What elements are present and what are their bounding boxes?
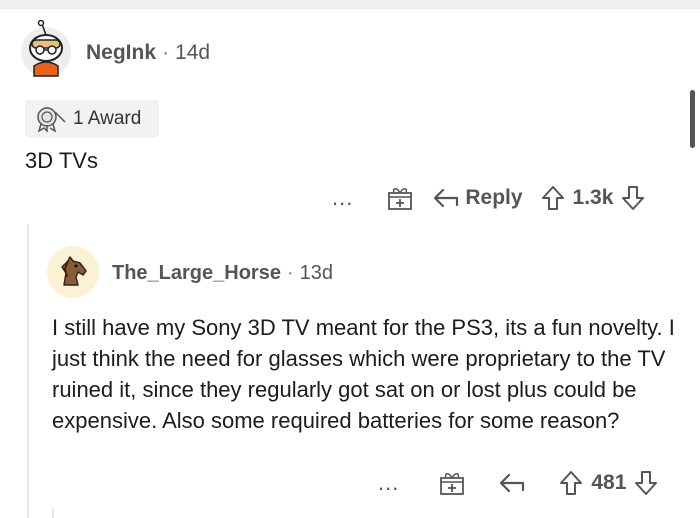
vote-control: 1.3k [541, 185, 646, 211]
meta-separator: · [162, 41, 170, 64]
scrollbar[interactable] [690, 90, 695, 148]
downvote-icon[interactable] [634, 470, 658, 496]
nested-thread-line [52, 508, 54, 518]
user-avatar[interactable] [20, 19, 72, 78]
comment-author[interactable]: NegInk [86, 41, 156, 64]
reply-actions: ... 481 [378, 465, 658, 501]
reply-button[interactable] [499, 472, 531, 494]
score: 481 [591, 471, 627, 494]
downvote-icon[interactable] [621, 185, 645, 211]
give-award-button[interactable] [439, 470, 499, 496]
award-label: 1 Award [73, 108, 142, 129]
gift-icon [388, 188, 413, 210]
reply-age: 13d [299, 262, 334, 284]
top-divider [0, 0, 700, 9]
reply-arrow-icon [500, 473, 525, 493]
reply-author[interactable]: The_Large_Horse [112, 262, 281, 284]
meta-separator: · [286, 262, 294, 284]
reply-arrow-icon [434, 188, 459, 208]
award-icon [37, 107, 66, 132]
horse-avatar-icon [61, 256, 87, 286]
comment-actions: ... Reply 1.3k [332, 180, 645, 216]
reply-label: Reply [465, 186, 523, 209]
reply-meta: The_Large_Horse · 13d [112, 262, 333, 285]
upvote-icon[interactable] [541, 185, 565, 211]
comment-age: 14d [175, 41, 211, 64]
snoo-avatar-icon [21, 19, 71, 77]
upvote-icon[interactable] [559, 470, 583, 496]
reply-button[interactable]: Reply [433, 186, 523, 210]
more-icon[interactable]: ... [332, 187, 353, 209]
reply-body: I still have my Sony 3D TV meant for the… [52, 315, 675, 433]
comment-meta: NegInk · 14d [86, 41, 210, 65]
score: 1.3k [572, 186, 614, 209]
give-award-button[interactable] [387, 185, 433, 211]
gift-icon [440, 473, 465, 495]
award-badge[interactable]: 1 Award [25, 100, 159, 138]
reply-avatar[interactable] [47, 246, 99, 298]
more-icon[interactable]: ... [378, 472, 399, 494]
vote-control: 481 [559, 470, 658, 496]
comment-body: 3D TVs [25, 148, 98, 173]
thread-line[interactable] [27, 224, 29, 518]
